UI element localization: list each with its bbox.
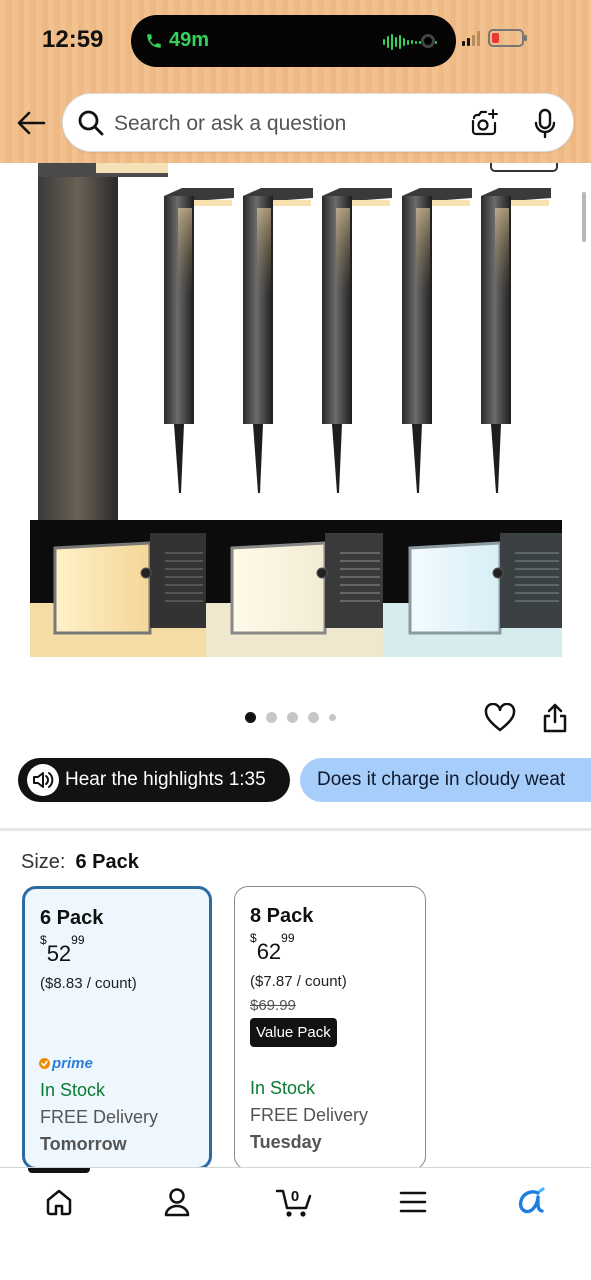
rufus-icon <box>518 1187 545 1214</box>
carousel-dot[interactable] <box>287 712 298 723</box>
option-unit-price: ($7.87 / count) <box>250 973 347 990</box>
share-icon <box>543 703 567 733</box>
option-price: $5299 <box>40 932 85 966</box>
size-selector-label: Size: 6 Pack <box>21 851 139 874</box>
size-option-6-pack[interactable]: 6 Pack $5299 ($8.83 / count) prime In St… <box>22 886 212 1170</box>
cart-icon: 0 <box>275 1188 312 1217</box>
product-image[interactable] <box>0 163 591 693</box>
speaker-icon <box>27 764 59 796</box>
option-stock-status: In Stock <box>40 1080 106 1100</box>
phone-icon <box>147 33 161 48</box>
option-unit-price: ($8.83 / count) <box>40 975 137 992</box>
nav-account[interactable] <box>154 1182 200 1222</box>
carousel-dot[interactable] <box>329 714 336 721</box>
nav-home[interactable] <box>36 1182 82 1222</box>
cart-count: 0 <box>291 1188 299 1205</box>
color-temperature-panels <box>30 520 562 657</box>
expand-image-frame[interactable] <box>490 163 558 172</box>
section-divider <box>0 828 591 831</box>
camera-dot-icon <box>421 34 435 48</box>
wishlist-button[interactable] <box>484 702 516 738</box>
search-input[interactable]: Search or ask a question <box>114 112 346 136</box>
header: 12:59 49m Search or ask a question <box>0 0 591 163</box>
status-time: 12:59 <box>42 26 104 53</box>
option-name: 8 Pack <box>250 905 314 927</box>
prime-check-icon <box>39 1058 50 1069</box>
option-name: 6 Pack <box>40 907 104 929</box>
option-delivery-day: Tomorrow <box>40 1134 127 1154</box>
nav-rufus[interactable] <box>508 1182 554 1222</box>
signal-icon <box>462 30 480 46</box>
prime-badge: prime <box>39 1055 93 1072</box>
dynamic-island[interactable]: 49m <box>131 15 456 67</box>
search-icon <box>78 110 104 136</box>
size-label: Size: <box>21 851 66 873</box>
product-photo <box>30 163 562 657</box>
camera-search-icon[interactable] <box>468 107 500 139</box>
active-tab-indicator <box>28 1168 90 1173</box>
option-delivery: FREE Delivery <box>250 1105 369 1125</box>
size-option-8-pack[interactable]: 8 Pack $6299 ($7.87 / count) $69.99 Valu… <box>234 886 426 1170</box>
home-icon <box>46 1189 72 1216</box>
carousel-dot[interactable] <box>266 712 277 723</box>
nav-cart[interactable]: 0 <box>272 1182 318 1222</box>
battery-icon <box>488 29 527 47</box>
search-bar[interactable]: Search or ask a question <box>62 93 574 152</box>
scroll-indicator <box>582 192 586 242</box>
carousel-dot-active[interactable] <box>245 712 256 723</box>
carousel-dot[interactable] <box>308 712 319 723</box>
option-delivery: FREE Delivery <box>40 1107 159 1127</box>
back-arrow-icon <box>17 111 46 135</box>
value-pack-badge: Value Pack <box>250 1018 337 1047</box>
back-button[interactable] <box>14 106 48 140</box>
microphone-icon[interactable] <box>531 107 559 141</box>
call-indicator: 49m <box>145 29 209 52</box>
option-delivery-day: Tuesday <box>250 1132 322 1152</box>
hear-highlights-label: Hear the highlights 1:35 <box>65 769 266 790</box>
status-indicators <box>462 29 527 47</box>
hear-highlights-button[interactable]: Hear the highlights 1:35 <box>18 758 290 802</box>
lamp-row <box>164 188 551 493</box>
size-selected-value: 6 Pack <box>75 851 139 873</box>
option-price: $6299 <box>250 930 295 964</box>
heart-icon <box>484 702 516 732</box>
nav-menu[interactable] <box>390 1182 436 1222</box>
share-button[interactable] <box>541 702 569 739</box>
option-list-price: $69.99 <box>250 997 296 1014</box>
option-stock-status: In Stock <box>250 1078 316 1098</box>
call-duration: 49m <box>169 29 210 51</box>
menu-icon <box>399 1191 427 1213</box>
bottom-navigation: 0 <box>0 1167 591 1280</box>
account-icon <box>164 1188 190 1217</box>
carousel-dots[interactable] <box>245 712 336 723</box>
suggested-question-chip[interactable]: Does it charge in cloudy weat <box>300 758 591 802</box>
